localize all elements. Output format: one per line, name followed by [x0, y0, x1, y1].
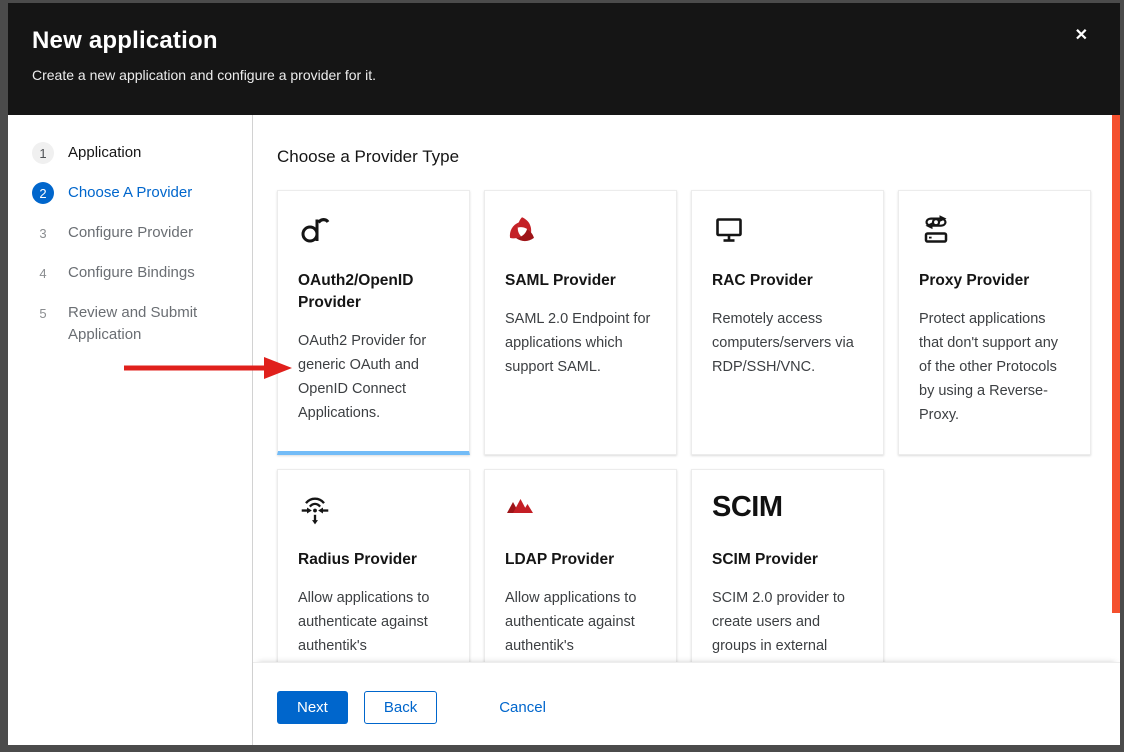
back-button[interactable]: Back [364, 691, 437, 724]
provider-card-title: Proxy Provider [919, 270, 1070, 292]
wizard-step-configure-bindings[interactable]: 4 Configure Bindings [32, 262, 238, 284]
step-number: 3 [32, 222, 54, 244]
step-number: 4 [32, 262, 54, 284]
modal-header: New application Create a new application… [8, 3, 1120, 115]
wizard-step-application[interactable]: 1 Application [32, 142, 238, 164]
wizard-step-configure-provider[interactable]: 3 Configure Provider [32, 222, 238, 244]
step-number: 2 [32, 182, 54, 204]
step-label: Application [68, 142, 141, 164]
monitor-icon [712, 214, 863, 250]
provider-card-ldap[interactable]: LDAP Provider Allow applications to auth… [484, 469, 677, 662]
step-label: Choose A Provider [68, 182, 192, 204]
provider-card-radius[interactable]: Radius Provider Allow applications to au… [277, 469, 470, 662]
wizard-step-review-and-submit[interactable]: 5 Review and Submit Application [32, 302, 238, 346]
provider-card-title: SAML Provider [505, 270, 656, 292]
provider-card-description: OAuth2 Provider for generic OAuth and Op… [298, 329, 449, 425]
modal-body: 1 Application 2 Choose A Provider 3 Conf… [8, 115, 1120, 745]
step-number: 5 [32, 302, 54, 324]
provider-card-grid: OAuth2/OpenID Provider OAuth2 Provider f… [277, 190, 1091, 662]
saml-icon [505, 214, 656, 250]
provider-card-description: Protect applications that don't support … [919, 307, 1070, 427]
new-application-wizard-modal: New application Create a new application… [8, 3, 1120, 745]
provider-card-scim[interactable]: SCIM SCIM Provider SCIM 2.0 provider to … [691, 469, 884, 662]
panel-heading: Choose a Provider Type [277, 147, 1120, 167]
step-label: Review and Submit Application [68, 302, 238, 346]
provider-card-title: Radius Provider [298, 549, 449, 571]
provider-card-rac[interactable]: RAC Provider Remotely access computers/s… [691, 190, 884, 455]
cancel-button[interactable]: Cancel [499, 691, 546, 724]
openid-icon [298, 214, 449, 250]
provider-card-proxy[interactable]: Proxy Provider Protect applications that… [898, 190, 1091, 455]
provider-card-title: SCIM Provider [712, 549, 863, 571]
scrollbar-thumb[interactable] [1112, 115, 1120, 613]
radius-signal-icon [298, 493, 449, 529]
ldap-mountains-icon [505, 493, 656, 529]
provider-card-description: Allow applications to authenticate again… [298, 586, 449, 658]
provider-card-title: OAuth2/OpenID Provider [298, 270, 449, 314]
step-label: Configure Bindings [68, 262, 195, 284]
wizard-footer: Next Back Cancel [253, 662, 1120, 745]
modal-title: New application [32, 27, 1096, 55]
step-label: Configure Provider [68, 222, 193, 244]
scim-wordmark-text: SCIM [712, 493, 783, 522]
scim-wordmark-icon: SCIM [712, 493, 863, 529]
step-number: 1 [32, 142, 54, 164]
proxy-icon [919, 214, 1070, 250]
provider-card-oauth2-openid[interactable]: OAuth2/OpenID Provider OAuth2 Provider f… [277, 190, 470, 455]
provider-card-description: Allow applications to authenticate again… [505, 586, 656, 658]
provider-card-title: RAC Provider [712, 270, 863, 292]
wizard-step-choose-a-provider[interactable]: 2 Choose A Provider [32, 182, 238, 204]
provider-card-title: LDAP Provider [505, 549, 656, 571]
wizard-main-panel: Choose a Provider Type OAuth2/OpenID Pro… [253, 115, 1120, 745]
provider-card-description: SCIM 2.0 provider to create users and gr… [712, 586, 863, 658]
provider-card-description: Remotely access computers/servers via RD… [712, 307, 863, 379]
provider-card-description: SAML 2.0 Endpoint for applications which… [505, 307, 656, 379]
wizard-steps-sidebar: 1 Application 2 Choose A Provider 3 Conf… [8, 115, 253, 745]
close-icon[interactable]: ✕ [1075, 28, 1088, 44]
next-button[interactable]: Next [277, 691, 348, 724]
provider-card-saml[interactable]: SAML Provider SAML 2.0 Endpoint for appl… [484, 190, 677, 455]
provider-type-panel: Choose a Provider Type OAuth2/OpenID Pro… [253, 115, 1120, 662]
modal-subtitle: Create a new application and configure a… [32, 67, 1096, 83]
